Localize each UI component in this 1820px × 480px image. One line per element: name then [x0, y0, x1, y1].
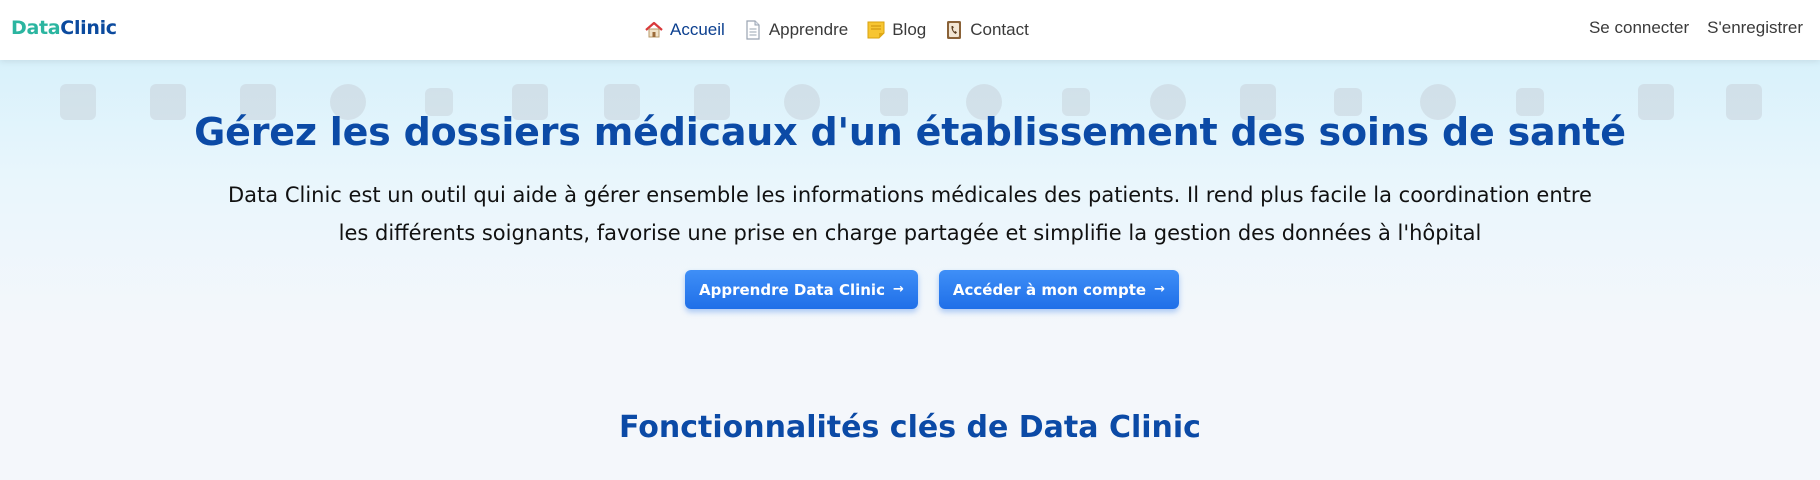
brand-logo-part2: Clinic [60, 17, 117, 39]
top-navbar: DataClinic Accueil Apprendre Blog Contac… [0, 0, 1820, 60]
nav-item-label: Contact [970, 20, 1029, 39]
features-title: Fonctionnalités clés de Data Clinic [619, 410, 1201, 445]
hero-section: Gérez les dossiers médicaux d'un établis… [0, 60, 1820, 330]
hero-buttons: Apprendre Data Clinic → Accéder à mon co… [685, 270, 1179, 309]
button-label: Accéder à mon compte [952, 280, 1147, 299]
house-icon [645, 21, 663, 38]
nav-item-contact[interactable]: Contact [944, 20, 1029, 40]
main-nav: Accueil Apprendre Blog Contact [644, 16, 1029, 44]
brand-logo[interactable]: DataClinic [11, 17, 117, 39]
document-icon [746, 20, 760, 40]
hero-description: Data Clinic est un outil qui aide à gére… [228, 183, 1592, 245]
nav-item-label: Blog [892, 20, 927, 39]
register-link[interactable]: S'enregistrer [1707, 18, 1803, 38]
auth-links: Se connecter S'enregistrer [1589, 18, 1803, 38]
brand-logo-part1: Data [11, 17, 61, 39]
phone-book-icon [947, 21, 962, 39]
nav-item-label: Accueil [670, 20, 725, 39]
learn-data-clinic-button[interactable]: Apprendre Data Clinic → [685, 270, 918, 309]
access-account-button[interactable]: Accéder à mon compte → [938, 270, 1179, 309]
nav-item-apprendre[interactable]: Apprendre [743, 20, 848, 40]
nav-item-label: Apprendre [768, 20, 849, 39]
login-link[interactable]: Se connecter [1589, 18, 1689, 38]
button-label: Apprendre Data Clinic [699, 280, 885, 299]
nav-item-blog[interactable]: Blog [866, 20, 926, 40]
nav-item-accueil[interactable]: Accueil [644, 20, 725, 40]
arrow-right-icon: → [892, 282, 904, 297]
arrow-right-icon: → [1154, 282, 1165, 297]
hero-title: Gérez les dossiers médicaux d'un établis… [194, 110, 1626, 154]
note-icon [867, 21, 885, 39]
